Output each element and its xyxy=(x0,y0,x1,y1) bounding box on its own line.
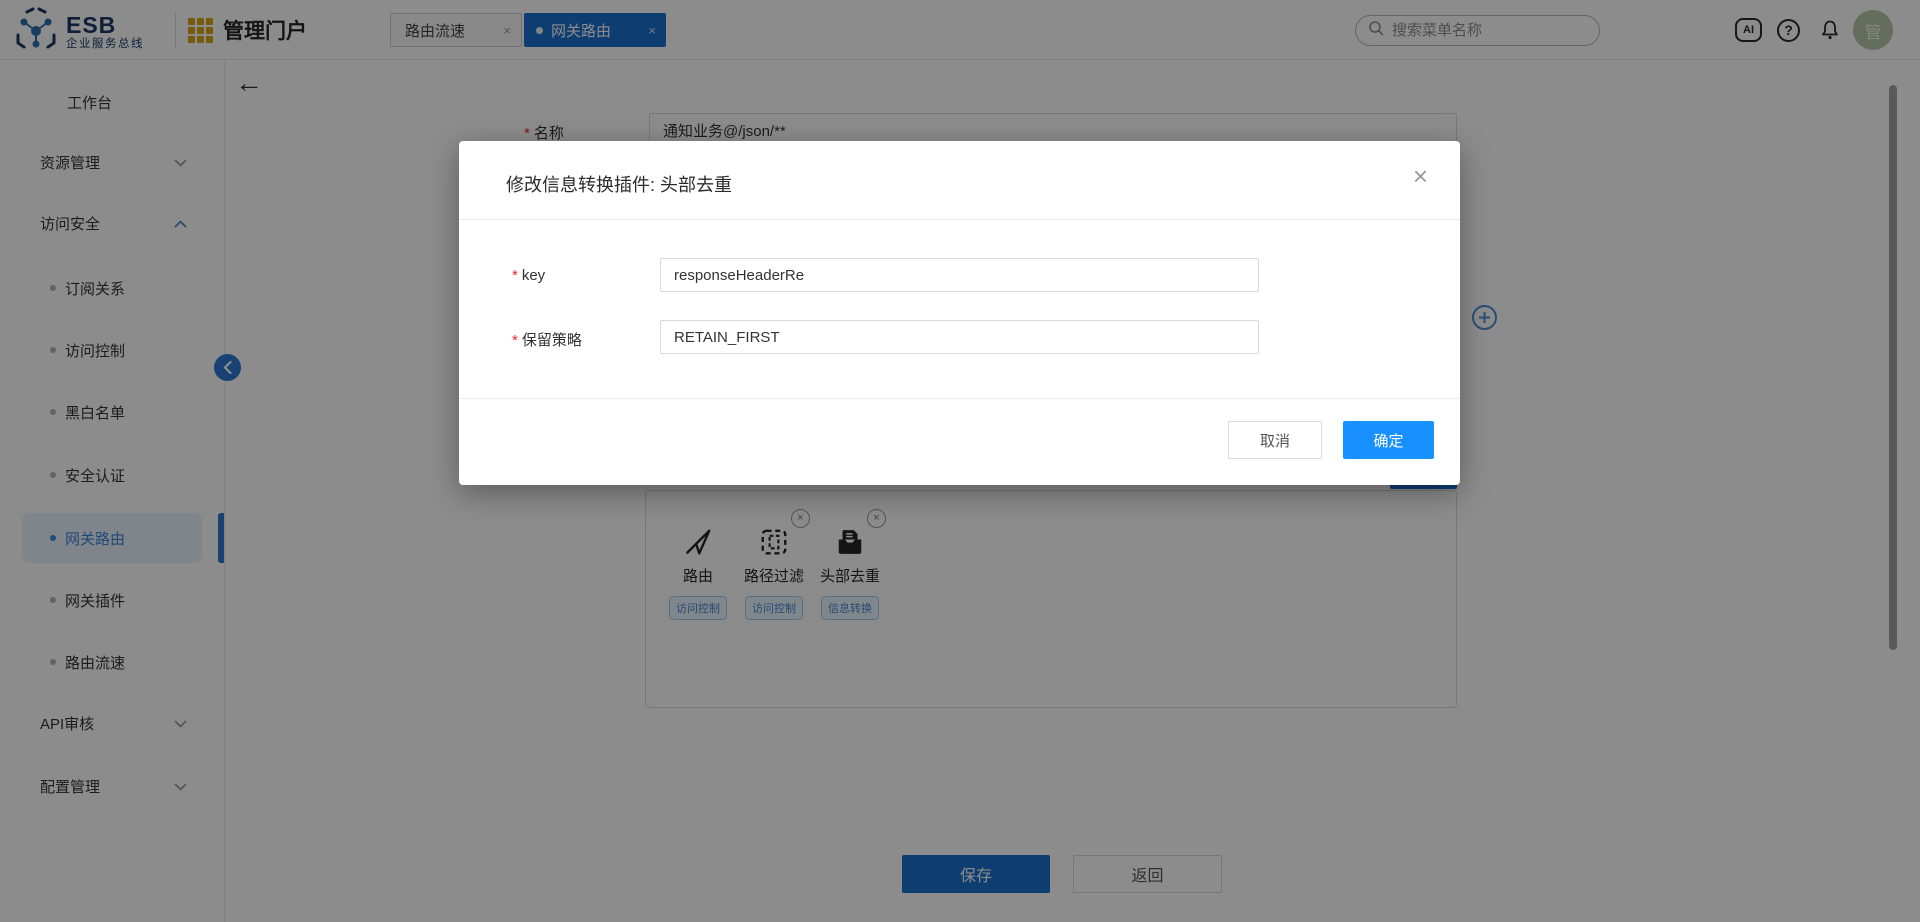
required-mark: * xyxy=(512,332,518,349)
retain-policy-input[interactable] xyxy=(660,320,1259,354)
required-mark: * xyxy=(512,267,518,284)
close-icon[interactable]: × xyxy=(1413,163,1428,189)
cancel-button[interactable]: 取消 xyxy=(1228,421,1322,459)
modal-header-divider xyxy=(459,219,1460,220)
modal-footer-divider xyxy=(459,398,1460,399)
modal-title: 修改信息转换插件: 头部去重 xyxy=(506,175,733,195)
key-input[interactable] xyxy=(660,258,1259,292)
key-field-label: * key xyxy=(512,267,546,284)
confirm-button[interactable]: 确定 xyxy=(1343,421,1434,459)
edit-plugin-modal: 修改信息转换插件: 头部去重 × *key *保留策略 取消 确定 xyxy=(459,141,1460,485)
esb-portal-page: ESB 企业服务总线 管理门户 路由流速 × 网关路由 × 搜索菜单名称 AI … xyxy=(0,0,1920,922)
retain-policy-field-label: * 保留策略 xyxy=(512,332,582,349)
